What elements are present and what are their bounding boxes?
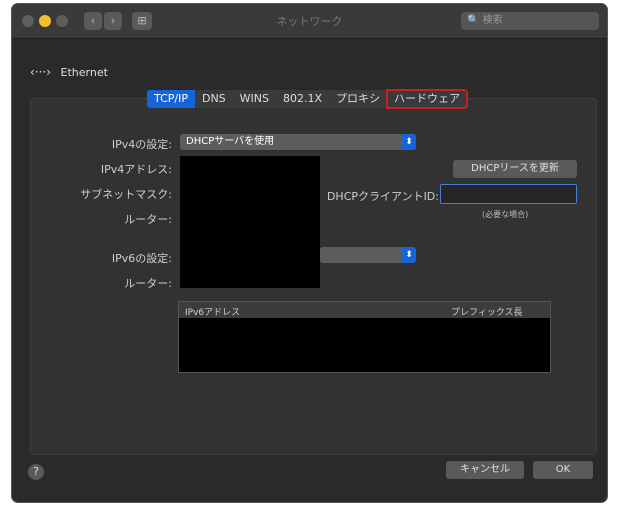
dhcp-client-hint: (必要な場合) <box>482 210 529 219</box>
popup-arrows-icon: ⬍ <box>402 134 416 150</box>
search-icon: 🔍 <box>467 15 480 26</box>
network-window: ‹ › ⊞ ネットワーク 🔍 検索 ‹···› Ethernet TCP/IP … <box>12 4 607 502</box>
tab-bar: TCP/IP DNS WINS 802.1X プロキシ ハードウェア <box>147 89 469 109</box>
tab-8021x[interactable]: 802.1X <box>276 90 330 108</box>
router6-label: ルーター: <box>124 277 172 290</box>
tab-proxy[interactable]: プロキシ <box>329 90 388 108</box>
subnet-mask-label: サブネットマスク: <box>80 188 172 201</box>
ipv6-table: IPv6アドレス プレフィックス長 <box>178 301 551 373</box>
tab-wins[interactable]: WINS <box>232 90 277 108</box>
redacted-block <box>180 156 320 288</box>
tab-hardware[interactable]: ハードウェア <box>386 89 469 109</box>
renew-dhcp-button[interactable]: DHCPリースを更新 <box>453 160 577 178</box>
ipv4-config-label: IPv4の設定: <box>111 138 172 151</box>
tab-dns[interactable]: DNS <box>194 90 233 108</box>
router-label: ルーター: <box>124 213 172 226</box>
ipv6-config-label: IPv6の設定: <box>111 252 172 265</box>
breadcrumb-label: Ethernet <box>60 66 108 79</box>
cancel-button[interactable]: キャンセル <box>446 461 524 479</box>
ipv4-config-value: DHCPサーバを使用 <box>186 136 275 147</box>
ipv4-address-label: IPv4アドレス: <box>100 163 172 176</box>
popup-arrows-icon: ⬍ <box>402 247 416 263</box>
table-body <box>179 318 550 372</box>
breadcrumb[interactable]: ‹···› Ethernet <box>30 65 108 79</box>
ipv4-config-popup[interactable]: DHCPサーバを使用 ⬍ <box>180 134 416 150</box>
ethernet-icon: ‹···› <box>30 65 52 79</box>
title-bar: ‹ › ⊞ ネットワーク 🔍 検索 <box>12 4 607 39</box>
search-placeholder: 検索 <box>482 15 503 26</box>
col-ipv6-address: IPv6アドレス <box>185 308 241 318</box>
ok-button[interactable]: OK <box>533 461 593 479</box>
help-button[interactable]: ? <box>28 464 44 480</box>
dhcp-client-id-field[interactable] <box>440 184 577 204</box>
ipv6-config-popup[interactable]: ⬍ <box>320 247 416 263</box>
dhcp-client-id-label: DHCPクライアントID: <box>326 190 439 203</box>
search-field[interactable]: 🔍 検索 <box>461 12 599 30</box>
tab-tcpip[interactable]: TCP/IP <box>147 90 195 108</box>
col-prefix-length: プレフィックス長 <box>451 308 523 318</box>
